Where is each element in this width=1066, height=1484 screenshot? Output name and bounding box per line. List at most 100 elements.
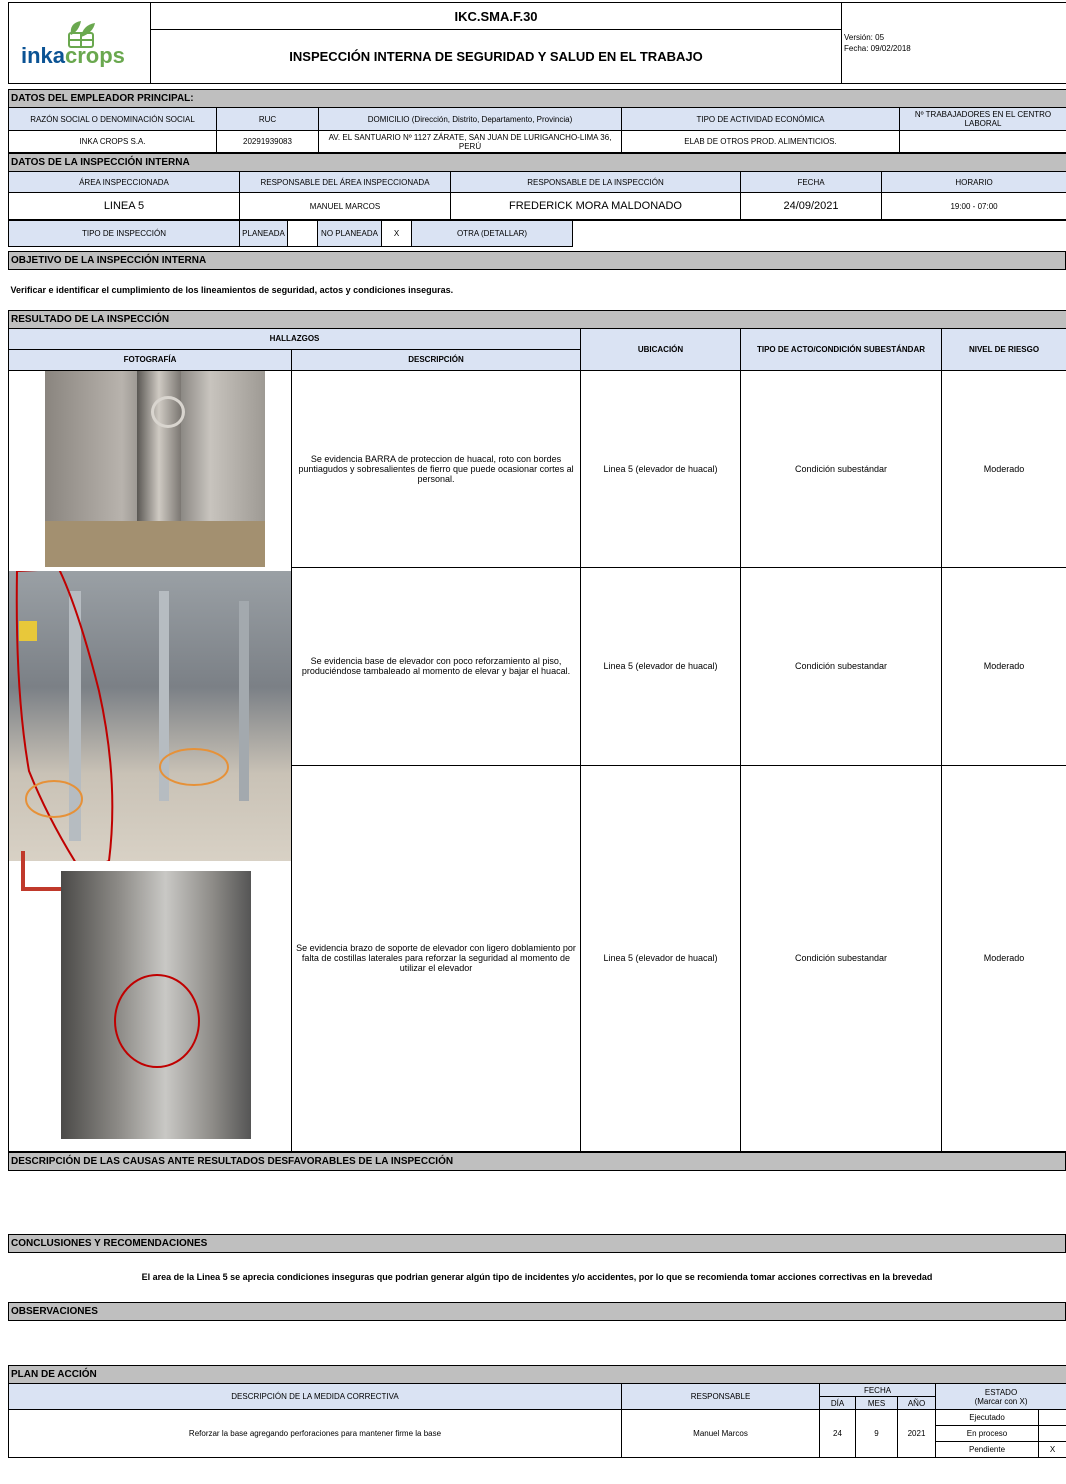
finding-2-type: Condición subestandar <box>741 567 942 765</box>
form-header: inka crops IKC.SMA.F.30 Versión: 05 Fech… <box>8 2 1066 84</box>
label-no-planeada: NO PLANEADA <box>318 221 382 247</box>
header-descripcion: DESCRIPCIÓN <box>292 349 581 370</box>
mark-no-planeada[interactable]: X <box>382 221 412 247</box>
plan-day: 24 <box>820 1410 856 1458</box>
plan-year: 2021 <box>898 1410 936 1458</box>
value-ruc: 20291939083 <box>217 131 319 153</box>
finding-3-location: Linea 5 (elevador de huacal) <box>581 765 741 1151</box>
objective-text: Verificar e identificar el cumplimiento … <box>9 270 1066 310</box>
inspection-form: inka crops IKC.SMA.F.30 Versión: 05 Fech… <box>0 2 1066 1484</box>
form-code: IKC.SMA.F.30 <box>151 3 842 30</box>
svg-text:inka: inka <box>21 43 66 67</box>
observations-section-title: OBSERVACIONES <box>9 1302 1066 1320</box>
label-planeada: PLANEADA <box>240 221 288 247</box>
header-ubicacion: UBICACIÓN <box>581 328 741 370</box>
svg-text:crops: crops <box>65 43 125 67</box>
finding-3-type: Condición subestandar <box>741 765 942 1151</box>
inspection-section-title: DATOS DE LA INSPECCIÓN INTERNA <box>9 154 1066 172</box>
conclusions-text: El area de la Linea 5 se aprecia condici… <box>9 1253 1066 1302</box>
estado-en-proceso-label: En proceso <box>936 1426 1039 1442</box>
header-fecha: FECHA <box>741 172 882 193</box>
header-resp-insp: RESPONSABLE DE LA INSPECCIÓN <box>451 172 741 193</box>
estado-subtitle: (Marcar con X) <box>938 1397 1064 1406</box>
plan-month: 9 <box>856 1410 898 1458</box>
mark-planeada[interactable] <box>288 221 318 247</box>
photo-broken-bar <box>45 371 265 567</box>
plan-description: Reforzar la base agregando perforaciones… <box>9 1410 622 1458</box>
objective-table: OBJETIVO DE LA INSPECCIÓN INTERNA Verifi… <box>8 251 1066 310</box>
inspection-table: DATOS DE LA INSPECCIÓN INTERNA ÁREA INSP… <box>8 153 1066 220</box>
finding-2-location: Linea 5 (elevador de huacal) <box>581 567 741 765</box>
header-tipo-acto: TIPO DE ACTO/CONDICIÓN SUBESTÁNDAR <box>741 328 942 370</box>
observations-text[interactable] <box>9 1320 1066 1365</box>
causes-section-title: DESCRIPCIÓN DE LAS CAUSAS ANTE RESULTADO… <box>9 1152 1066 1170</box>
value-trabajadores <box>900 131 1066 153</box>
header-plan-mes: MES <box>856 1397 898 1410</box>
highlight-annotations-icon <box>9 571 292 861</box>
header-plan-resp: RESPONSABLE <box>622 1384 820 1410</box>
value-otra[interactable] <box>573 221 1066 247</box>
employer-table: DATOS DEL EMPLEADOR PRINCIPAL: RAZÓN SOC… <box>8 89 1066 153</box>
estado-ejecutado-label: Ejecutado <box>936 1410 1039 1426</box>
employer-section-title: DATOS DEL EMPLEADOR PRINCIPAL: <box>9 90 1066 108</box>
form-title: INSPECCIÓN INTERNA DE SEGURIDAD Y SALUD … <box>151 30 842 84</box>
version-text: Versión: 05 <box>844 32 1064 43</box>
value-resp-area: MANUEL MARCOS <box>240 193 451 220</box>
header-plan-dia: DÍA <box>820 1397 856 1410</box>
header-horario: HORARIO <box>882 172 1066 193</box>
header-area: ÁREA INSPECCIONADA <box>9 172 240 193</box>
header-plan-estado: ESTADO (Marcar con X) <box>936 1384 1066 1410</box>
version-date: Fecha: 09/02/2018 <box>844 43 1064 54</box>
findings-photos <box>9 370 292 1151</box>
value-resp-insp: FREDERICK MORA MALDONADO <box>451 193 741 220</box>
inspection-type-table: TIPO DE INSPECCIÓN PLANEADA NO PLANEADA … <box>8 220 1066 247</box>
value-area: LINEA 5 <box>9 193 240 220</box>
value-fecha: 24/09/2021 <box>741 193 882 220</box>
header-plan-fecha: FECHA <box>820 1384 936 1397</box>
estado-title: ESTADO <box>938 1388 1064 1397</box>
value-domicilio: AV. EL SANTUARIO Nº 1127 ZÁRATE, SAN JUA… <box>319 131 622 153</box>
finding-2-description: Se evidencia base de elevador con poco r… <box>292 567 581 765</box>
label-otra: OTRA (DETALLAR) <box>412 221 573 247</box>
company-logo: inka crops <box>9 3 151 84</box>
estado-en-proceso-mark[interactable] <box>1039 1426 1066 1442</box>
photo-support-arm <box>61 871 251 1139</box>
finding-3-risk: Moderado <box>942 765 1066 1151</box>
causes-text[interactable] <box>9 1170 1066 1234</box>
header-trabajadores: Nº TRABAJADORES EN EL CENTRO LABORAL <box>900 108 1066 131</box>
estado-pendiente-label: Pendiente <box>936 1442 1039 1458</box>
header-razon: RAZÓN SOCIAL O DENOMINACIÓN SOCIAL <box>9 108 217 131</box>
plan-responsible: Manuel Marcos <box>622 1410 820 1458</box>
version-block: Versión: 05 Fecha: 09/02/2018 <box>842 3 1066 84</box>
header-tipo-inspeccion: TIPO DE INSPECCIÓN <box>9 221 240 247</box>
action-plan-table: PLAN DE ACCIÓN DESCRIPCIÓN DE LA MEDIDA … <box>8 1365 1066 1458</box>
header-plan-anio: AÑO <box>898 1397 936 1410</box>
observations-table: OBSERVACIONES <box>8 1302 1066 1366</box>
estado-pendiente-mark[interactable]: X <box>1039 1442 1066 1458</box>
finding-1-risk: Moderado <box>942 370 1066 567</box>
objective-section-title: OBJETIVO DE LA INSPECCIÓN INTERNA <box>9 252 1066 270</box>
header-ruc: RUC <box>217 108 319 131</box>
finding-1-type: Condición subestándar <box>741 370 942 567</box>
conclusions-section-title: CONCLUSIONES Y RECOMENDACIONES <box>9 1235 1066 1253</box>
photo-elevator-base <box>9 571 292 861</box>
header-plan-desc: DESCRIPCIÓN DE LA MEDIDA CORRECTIVA <box>9 1384 622 1410</box>
header-domicilio: DOMICILIO (Dirección, Distrito, Departam… <box>319 108 622 131</box>
finding-1-location: Linea 5 (elevador de huacal) <box>581 370 741 567</box>
finding-2-risk: Moderado <box>942 567 1066 765</box>
finding-1-description: Se evidencia BARRA de proteccion de huac… <box>292 370 581 567</box>
value-horario: 19:00 - 07:00 <box>882 193 1066 220</box>
finding-3-description: Se evidencia brazo de soporte de elevado… <box>292 765 581 1151</box>
estado-ejecutado-mark[interactable] <box>1039 1410 1066 1426</box>
plan-section-title: PLAN DE ACCIÓN <box>9 1366 1066 1384</box>
header-nivel-riesgo: NIVEL DE RIESGO <box>942 328 1066 370</box>
inkacrops-logo-icon: inka crops <box>15 17 145 67</box>
result-table: RESULTADO DE LA INSPECCIÓN HALLAZGOS UBI… <box>8 310 1066 1152</box>
header-actividad: TIPO DE ACTIVIDAD ECONÓMICA <box>622 108 900 131</box>
conclusions-table: CONCLUSIONES Y RECOMENDACIONES El area d… <box>8 1234 1066 1302</box>
causes-table: DESCRIPCIÓN DE LAS CAUSAS ANTE RESULTADO… <box>8 1152 1066 1235</box>
value-actividad: ELAB DE OTROS PROD. ALIMENTICIOS. <box>622 131 900 153</box>
header-resp-area: RESPONSABLE DEL ÁREA INSPECCIONADA <box>240 172 451 193</box>
header-hallazgos: HALLAZGOS <box>9 328 581 349</box>
header-fotografia: FOTOGRAFÍA <box>9 349 292 370</box>
